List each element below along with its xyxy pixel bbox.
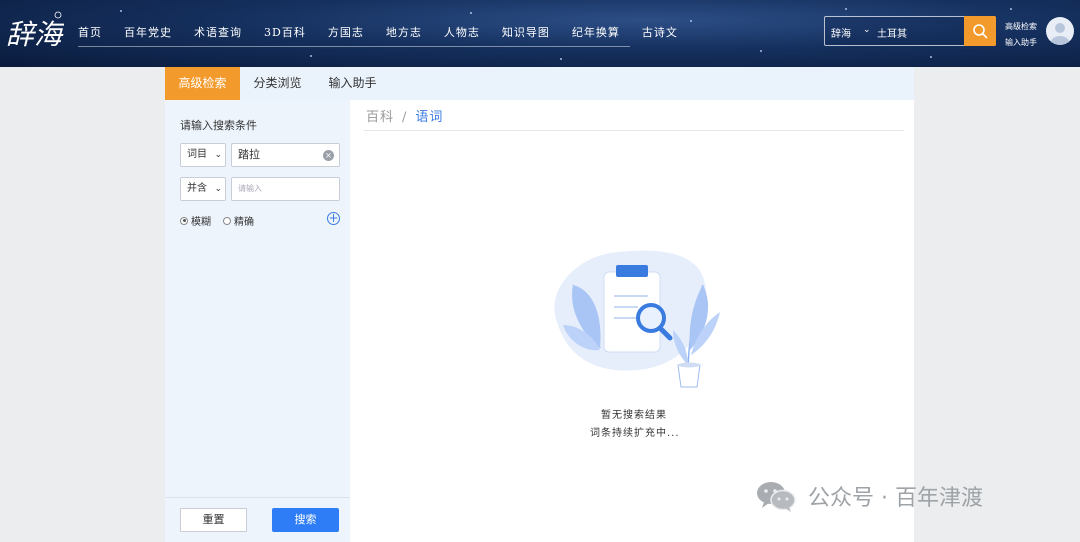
- logic-select-value: 并含: [187, 183, 207, 194]
- field-select[interactable]: 词目 ⌄: [180, 143, 226, 167]
- nav-underline: [78, 46, 630, 47]
- radio-fuzzy[interactable]: 模糊: [180, 213, 211, 228]
- radio-dot-checked: [180, 216, 188, 225]
- nav-calendar-convert[interactable]: 纪年换算: [572, 24, 620, 40]
- nav-party-history[interactable]: 百年党史: [124, 24, 172, 40]
- top-header: 辞海 首页 百年党史 术语查询 3D百科 方国志 地方志 人物志 知识导图 纪年…: [0, 0, 1080, 67]
- logic-select[interactable]: 并含 ⌄: [180, 177, 226, 201]
- radio-dot: [223, 216, 231, 225]
- breadcrumb-encyclopedia[interactable]: 百科: [366, 110, 394, 125]
- keyword-input[interactable]: 踏拉 ×: [231, 143, 340, 167]
- nav-local-records[interactable]: 地方志: [386, 24, 422, 40]
- chevron-down-icon: ⌄: [214, 150, 222, 160]
- empty-result-illustration: [554, 250, 720, 388]
- main-page: 高级检索 分类浏览 输入助手 请输入搜索条件 词目 ⌄ 踏拉 × 并含 ⌄ 请输…: [165, 67, 914, 542]
- clear-icon[interactable]: ×: [323, 150, 334, 161]
- breadcrumb-words: 语词: [415, 110, 444, 125]
- breadcrumb-divider: [364, 130, 904, 131]
- avatar[interactable]: [1046, 17, 1074, 45]
- field-select-value: 词目: [187, 149, 207, 160]
- chevron-down-icon: ⌄: [214, 184, 222, 194]
- empty-subtitle: 词条持续扩充中...: [590, 428, 680, 439]
- breadcrumb-separator: /: [402, 110, 408, 125]
- search-scope-select[interactable]: 辞海: [831, 25, 851, 40]
- search-submit-button[interactable]: 搜索: [272, 508, 339, 532]
- main-nav: 首页 百年党史 术语查询 3D百科 方国志 地方志 人物志 知识导图 纪年换算 …: [78, 24, 700, 40]
- header-side-links: 高级检索 输入助手: [1005, 19, 1037, 51]
- radio-exact[interactable]: 精确: [223, 213, 254, 228]
- search-sidebar: 请输入搜索条件 词目 ⌄ 踏拉 × 并含 ⌄ 请输入 模糊 精确 + 重置 搜索: [165, 100, 350, 542]
- keyword-input-value: 踏拉: [238, 148, 260, 161]
- nav-knowledge-map[interactable]: 知识导图: [502, 24, 550, 40]
- advanced-search-link[interactable]: 高级检索: [1005, 19, 1037, 35]
- breadcrumb: 百科 / 语词: [366, 106, 443, 125]
- nav-countries[interactable]: 方国志: [328, 24, 364, 40]
- wechat-icon: [757, 482, 796, 512]
- user-icon: [1051, 23, 1069, 45]
- search-button[interactable]: [964, 16, 996, 46]
- watermark-text: 公众号 · 百年津渡: [808, 486, 983, 511]
- tab-bar: 高级检索 分类浏览 输入助手: [165, 67, 914, 100]
- nav-terms[interactable]: 术语查询: [194, 24, 242, 40]
- search-input[interactable]: 土耳其: [877, 25, 907, 40]
- wechat-watermark: 公众号 · 百年津渡: [756, 480, 983, 512]
- keyword-input-2-placeholder: 请输入: [238, 184, 262, 193]
- nav-home[interactable]: 首页: [78, 24, 102, 40]
- cihai-logo[interactable]: 辞海: [6, 8, 66, 56]
- nav-3d-encyclopedia[interactable]: 3D百科: [264, 24, 306, 40]
- tab-category-browse[interactable]: 分类浏览: [240, 67, 315, 100]
- chevron-down-icon[interactable]: ⌄: [863, 25, 871, 35]
- keyword-input-2[interactable]: 请输入: [231, 177, 340, 201]
- reset-button[interactable]: 重置: [180, 508, 247, 532]
- logo-text: 辞海: [6, 18, 64, 51]
- sidebar-footer: 重置 搜索: [165, 497, 350, 542]
- tab-input-assistant[interactable]: 输入助手: [315, 67, 390, 100]
- sidebar-title: 请输入搜索条件: [180, 119, 257, 132]
- input-assistant-link[interactable]: 输入助手: [1005, 35, 1037, 51]
- header-search: 辞海 ⌄ 土耳其: [824, 16, 996, 46]
- radio-fuzzy-label: 模糊: [191, 217, 211, 228]
- search-icon: [973, 24, 988, 39]
- add-condition-icon[interactable]: +: [327, 212, 340, 225]
- nav-biographies[interactable]: 人物志: [444, 24, 480, 40]
- tab-advanced-search[interactable]: 高级检索: [165, 67, 240, 100]
- radio-exact-label: 精确: [234, 217, 254, 228]
- nav-classical-poetry[interactable]: 古诗文: [642, 24, 678, 40]
- empty-title: 暂无搜索结果: [601, 410, 667, 421]
